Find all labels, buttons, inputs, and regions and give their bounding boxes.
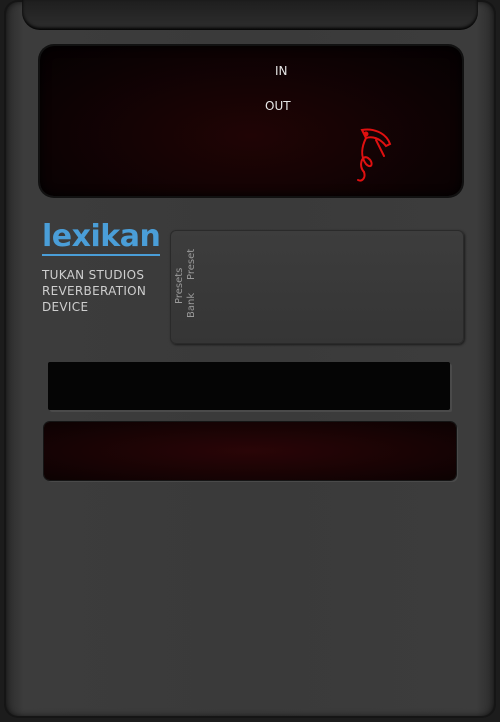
bank-selector[interactable]: Bank [186, 293, 197, 318]
toucan-note-logo-icon [357, 128, 392, 182]
in-label: IN [275, 64, 288, 78]
preset-panel[interactable]: Presets Bank Preset [170, 230, 464, 344]
out-label: OUT [265, 99, 291, 113]
top-lip [22, 0, 478, 30]
brand-underline [42, 254, 160, 256]
brand-line-1: TUKAN STUDIOS [42, 268, 145, 282]
brand-line-2: REVERBERATION [42, 284, 147, 298]
brand-line-3: DEVICE [42, 300, 89, 314]
brand-logo: lexikan [42, 219, 161, 254]
value-display-bar [44, 422, 456, 480]
preset-selector[interactable]: Preset [186, 249, 197, 280]
reverb-plugin-device: IN OUT lexikan TUKAN STUDIOS REVERBERATI… [0, 0, 500, 722]
parameter-display-bar [48, 362, 450, 410]
meter-display: IN OUT [40, 46, 462, 196]
presets-label: Presets [174, 267, 185, 304]
